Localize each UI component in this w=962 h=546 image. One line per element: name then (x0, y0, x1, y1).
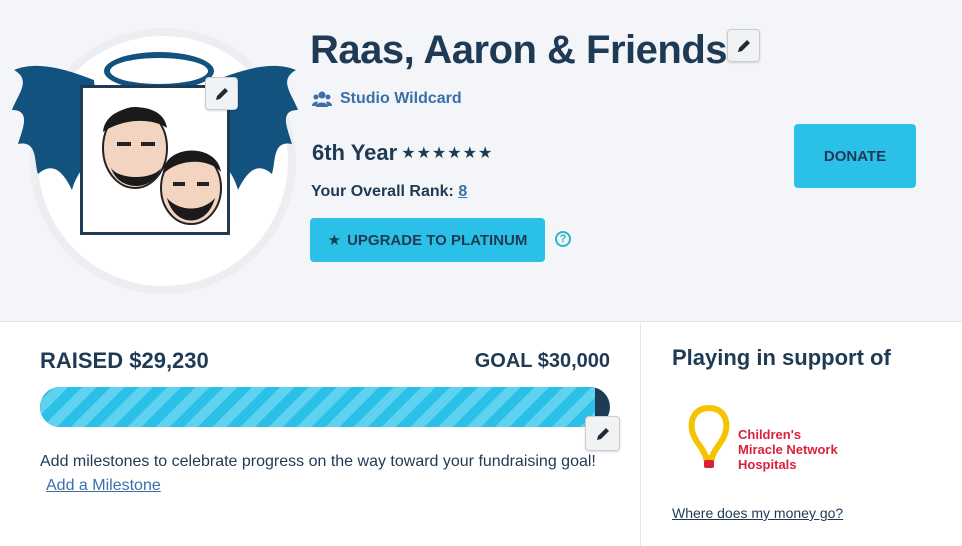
profile-header: Raas, Aaron & Friends Studio Wildcard 6t… (0, 0, 962, 322)
star-rating-icon: ★★★★★★ (401, 145, 494, 162)
pencil-icon (737, 39, 750, 52)
rank-value-link[interactable]: 8 (458, 183, 467, 200)
upgrade-platinum-button[interactable]: ★ UPGRADE TO PLATINUM (310, 218, 545, 262)
page-title: Raas, Aaron & Friends (310, 28, 728, 72)
progress-bar-fill (40, 387, 596, 427)
pencil-icon (596, 427, 609, 440)
avatar-badge (8, 30, 302, 290)
section-divider (640, 323, 641, 546)
rank-label: Your Overall Rank: (311, 183, 454, 200)
cmn-wordmark: Children's Miracle Network Hospitals (738, 427, 838, 472)
year-label: 6th Year (312, 140, 398, 165)
studio-link[interactable]: Studio Wildcard (312, 90, 462, 108)
upgrade-label: UPGRADE TO PLATINUM (347, 231, 528, 249)
progress-bar (40, 387, 610, 427)
edit-avatar-button[interactable] (205, 77, 238, 110)
users-icon (312, 91, 332, 107)
where-money-link[interactable]: Where does my money go? (672, 505, 843, 521)
milestone-text: Add milestones to celebrate progress on … (40, 453, 596, 470)
cmn-logo[interactable]: Children's Miracle Network Hospitals (688, 404, 838, 472)
donate-button[interactable]: DONATE (794, 124, 916, 188)
cmn-line-1: Children's (738, 427, 802, 442)
pencil-icon (215, 87, 228, 100)
add-milestone-link[interactable]: Add a Milestone (46, 477, 161, 494)
star-icon: ★ (327, 232, 342, 249)
year-badge: 6th Year ★★★★★★ (312, 140, 493, 166)
goal-amount: GOAL $30,000 (474, 350, 610, 372)
raised-amount: RAISED $29,230 (40, 348, 209, 373)
help-icon[interactable]: ? (555, 231, 571, 247)
milestone-note: Add milestones to celebrate progress on … (40, 450, 610, 498)
edit-title-button[interactable] (727, 29, 760, 62)
support-title: Playing in support of (672, 345, 891, 370)
studio-name: Studio Wildcard (340, 90, 462, 107)
balloon-icon (688, 404, 730, 468)
cmn-line-2: Miracle Network (738, 442, 838, 457)
overall-rank: Your Overall Rank: 8 (311, 183, 467, 201)
cmn-line-3: Hospitals (738, 457, 797, 472)
edit-goal-button[interactable] (585, 416, 620, 451)
